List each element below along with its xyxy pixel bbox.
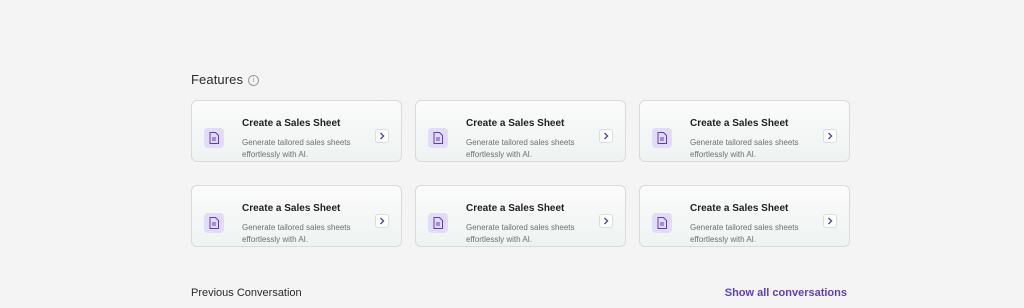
document-icon [428, 213, 448, 233]
chevron-right-icon[interactable] [599, 129, 613, 143]
show-all-conversations-link[interactable]: Show all conversations [725, 287, 847, 299]
chevron-right-icon[interactable] [375, 214, 389, 228]
document-icon [204, 128, 224, 148]
main-content: Features i Create a Sales Sheet Generate… [191, 0, 851, 308]
feature-card-description: Generate tailored sales sheets effortles… [690, 223, 799, 244]
feature-card[interactable]: Create a Sales Sheet Generate tailored s… [639, 100, 850, 162]
features-header: Features i [191, 72, 260, 87]
feature-card[interactable]: Create a Sales Sheet Generate tailored s… [415, 185, 626, 247]
chevron-right-icon[interactable] [823, 129, 837, 143]
document-icon [428, 128, 448, 148]
feature-card-description: Generate tailored sales sheets effortles… [690, 138, 799, 159]
document-icon [204, 213, 224, 233]
feature-card[interactable]: Create a Sales Sheet Generate tailored s… [191, 100, 402, 162]
feature-card[interactable]: Create a Sales Sheet Generate tailored s… [191, 185, 402, 247]
feature-card[interactable]: Create a Sales Sheet Generate tailored s… [639, 185, 850, 247]
feature-card-title: Create a Sales Sheet [466, 203, 565, 214]
feature-card[interactable]: Create a Sales Sheet Generate tailored s… [415, 100, 626, 162]
feature-card-description: Generate tailored sales sheets effortles… [466, 223, 575, 244]
feature-card-title: Create a Sales Sheet [690, 203, 789, 214]
chevron-right-icon[interactable] [599, 214, 613, 228]
feature-card-description: Generate tailored sales sheets effortles… [242, 138, 351, 159]
features-title: Features [191, 72, 244, 87]
document-icon [652, 213, 672, 233]
features-grid: Create a Sales Sheet Generate tailored s… [191, 100, 851, 247]
previous-conversation-title: Previous Conversation [191, 287, 302, 299]
feature-card-title: Create a Sales Sheet [690, 118, 789, 129]
feature-card-title: Create a Sales Sheet [242, 118, 341, 129]
chevron-right-icon[interactable] [375, 129, 389, 143]
feature-card-description: Generate tailored sales sheets effortles… [466, 138, 575, 159]
document-icon [652, 128, 672, 148]
feature-card-title: Create a Sales Sheet [466, 118, 565, 129]
chevron-right-icon[interactable] [823, 214, 837, 228]
feature-card-title: Create a Sales Sheet [242, 203, 341, 214]
feature-card-description: Generate tailored sales sheets effortles… [242, 223, 351, 244]
info-icon[interactable]: i [248, 74, 260, 86]
